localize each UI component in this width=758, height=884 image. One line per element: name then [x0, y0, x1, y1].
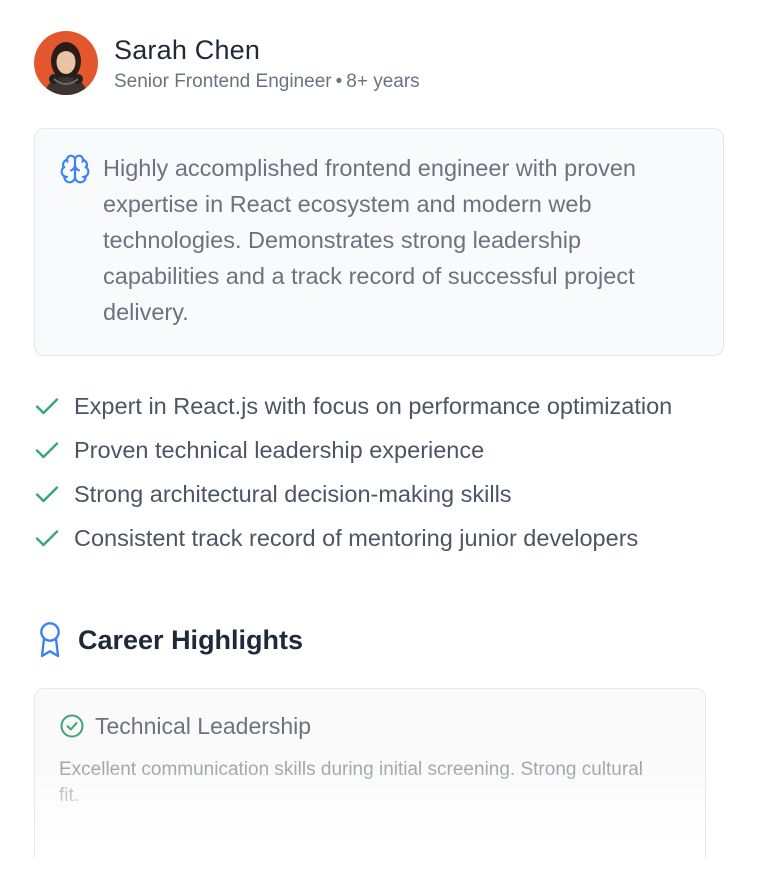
- separator-dot: •: [335, 70, 343, 92]
- check-icon: [34, 520, 62, 556]
- highlight-header: Technical Leadership: [59, 711, 681, 741]
- avatar: [34, 31, 98, 95]
- candidate-role-line: Senior Frontend Engineer • 8+ years: [114, 69, 420, 95]
- award-icon: [34, 620, 66, 660]
- candidate-name: Sarah Chen: [114, 34, 261, 65]
- brain-icon: [59, 153, 91, 185]
- strength-text: Expert in React.js with focus on perform…: [74, 393, 673, 419]
- strength-text: Consistent track record of mentoring jun…: [74, 525, 639, 551]
- highlight-description: Excellent communication skills during in…: [59, 759, 643, 806]
- strength-text: Proven technical leadership experience: [74, 437, 485, 463]
- highlight-title: Technical Leadership: [95, 713, 312, 739]
- summary-text: Highly accomplished frontend engineer wi…: [103, 155, 636, 325]
- list-item: Strong architectural decision-making ski…: [34, 476, 724, 512]
- summary-card: Highly accomplished frontend engineer wi…: [34, 128, 724, 356]
- candidate-role: Senior Frontend Engineer: [114, 70, 332, 92]
- check-icon: [34, 476, 62, 512]
- section-title: Career Highlights: [78, 625, 304, 655]
- check-icon: [34, 432, 62, 468]
- check-icon: [34, 388, 62, 424]
- check-circle-icon: [59, 713, 85, 739]
- list-item: Consistent track record of mentoring jun…: [34, 520, 724, 556]
- highlight-card[interactable]: Technical Leadership Excellent communica…: [34, 688, 706, 858]
- candidate-experience: 8+ years: [346, 70, 420, 92]
- profile-header: Sarah Chen Senior Frontend Engineer • 8+ y…: [34, 31, 420, 95]
- career-highlights-header: Career Highlights: [34, 620, 303, 660]
- strength-text: Strong architectural decision-making ski…: [74, 481, 512, 507]
- list-item: Proven technical leadership experience: [34, 432, 724, 468]
- strengths-list: Expert in React.js with focus on perform…: [34, 388, 724, 564]
- list-item: Expert in React.js with focus on perform…: [34, 388, 724, 424]
